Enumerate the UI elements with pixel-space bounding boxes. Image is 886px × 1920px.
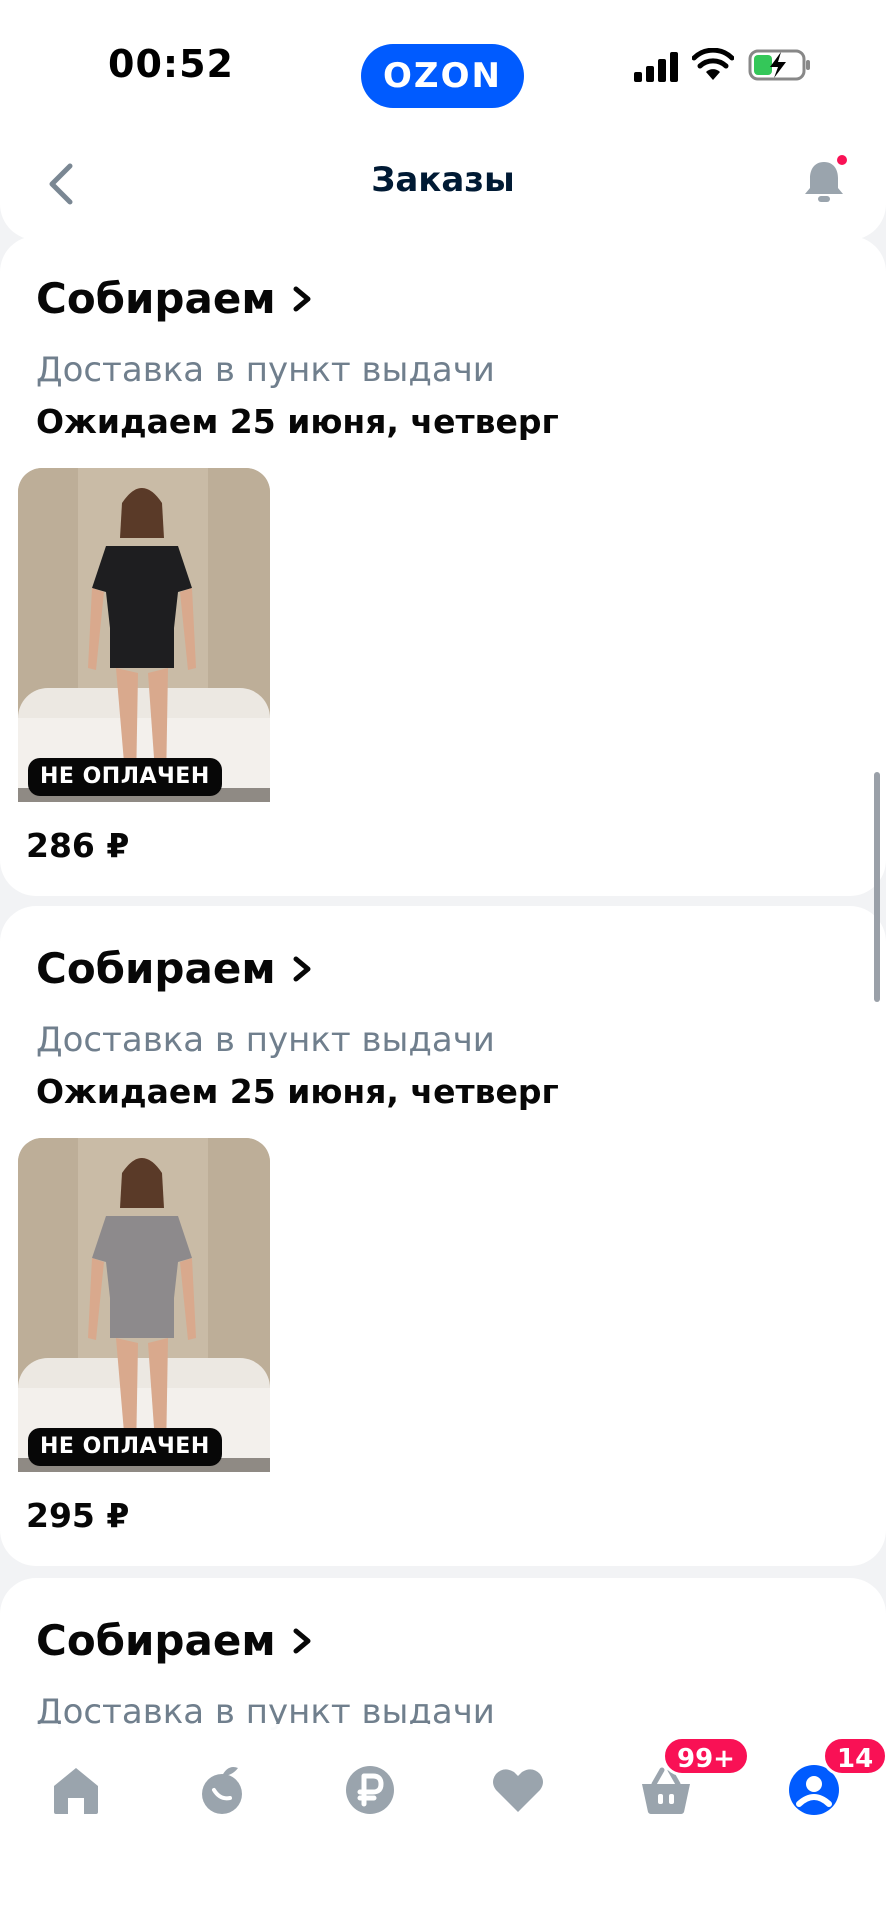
cart-count-badge: 99+ [662, 1736, 750, 1776]
tab-home[interactable] [46, 1760, 106, 1820]
profile-notification-badge: 14 [822, 1736, 886, 1776]
delivery-eta: Ожидаем 25 июня, четверг [36, 1072, 559, 1111]
order-price: 295 ₽ [26, 1496, 130, 1535]
order-status: Собираем [36, 1616, 276, 1665]
order-card[interactable]: Собираем Доставка в пункт выдачи Ожидаем… [0, 906, 886, 1566]
notification-dot [837, 155, 847, 165]
delivery-method: Доставка в пункт выдачи [36, 1020, 495, 1060]
product-photo-pajama-black [18, 468, 270, 802]
bottom-tab-bar: 99+ 14 [0, 1724, 886, 1920]
scrollbar[interactable] [874, 772, 880, 1002]
unpaid-badge: НЕ ОПЛАЧЕН [28, 1428, 222, 1466]
order-status-link[interactable]: Собираем [36, 1616, 314, 1665]
wifi-icon [692, 48, 734, 80]
notification-bell-icon[interactable] [800, 152, 848, 208]
home-icon [54, 1768, 98, 1814]
fresh-icon [202, 1767, 242, 1814]
product-photo-pajama-grey [18, 1138, 270, 1472]
unpaid-badge: НЕ ОПЛАЧЕН [28, 758, 222, 796]
status-time: 00:52 [108, 42, 234, 86]
order-status: Собираем [36, 944, 276, 993]
app-header: Заказы [0, 130, 886, 240]
tab-finance[interactable] [340, 1760, 400, 1820]
chevron-right-icon [293, 286, 311, 311]
product-image[interactable]: НЕ ОПЛАЧЕН [18, 1138, 270, 1472]
order-status: Собираем [36, 274, 276, 323]
ozon-logo: OZON [361, 44, 524, 108]
battery-charging-icon [748, 49, 810, 81]
order-card[interactable]: Собираем Доставка в пункт выдачи Ожидаем… [0, 236, 886, 896]
ruble-icon [346, 1766, 394, 1814]
delivery-method: Доставка в пункт выдачи [36, 350, 495, 390]
tab-fresh[interactable] [192, 1760, 252, 1820]
order-price: 286 ₽ [26, 826, 130, 865]
page-title: Заказы [371, 160, 515, 200]
status-bar: 00:52 OZON [0, 0, 886, 130]
cellular-signal-icon [634, 52, 678, 82]
delivery-eta: Ожидаем 25 июня, четверг [36, 402, 559, 441]
tab-favorites[interactable] [488, 1760, 548, 1820]
chevron-right-icon [293, 956, 311, 981]
order-status-link[interactable]: Собираем [36, 944, 314, 993]
heart-icon [493, 1769, 543, 1812]
order-status-link[interactable]: Собираем [36, 274, 314, 323]
chevron-right-icon [293, 1628, 311, 1653]
product-image[interactable]: НЕ ОПЛАЧЕН [18, 468, 270, 802]
